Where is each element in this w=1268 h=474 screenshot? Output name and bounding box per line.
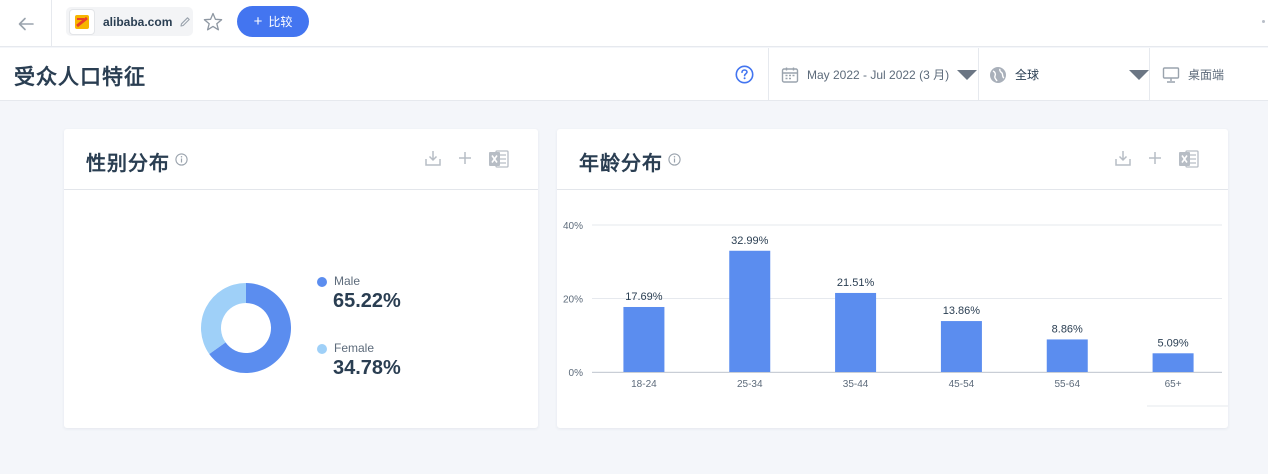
site-name: alibaba.com [103,14,173,29]
calendar-icon [781,67,799,83]
region-filter[interactable]: 全球 [978,48,1149,101]
site-favicon-icon [69,8,95,35]
male-label: Male [334,274,361,288]
globe-icon [990,66,1006,83]
download-icon[interactable] [424,149,442,172]
top-bar: alibaba.com + 比较 [0,0,1268,47]
bar-data-label: 13.86% [943,305,981,317]
female-label: Female [334,341,375,355]
age-distribution-card: 年龄分布 0% 20% 40% 17.69% 18-24 32.99% 25-3… [557,129,1228,428]
card-header: 性别分布 [64,129,538,190]
card-title: 年龄分布 [579,153,663,175]
more-menu-icon[interactable] [1262,20,1265,23]
x-tick-label: 45-54 [949,379,975,390]
y-tick-label: 20% [563,295,583,306]
info-icon[interactable] [668,153,681,171]
male-color-dot [317,277,327,287]
arrow-left-icon [18,17,34,30]
excel-export-icon[interactable] [488,149,510,174]
x-tick-label: 18-24 [631,379,657,390]
donut-slice-female[interactable] [201,283,246,354]
x-tick-label: 55-64 [1054,379,1080,390]
device-value: 桌面端 [1188,68,1225,82]
card-title: 性别分布 [86,153,170,175]
back-button[interactable] [0,0,52,47]
x-tick-label: 25-34 [737,379,763,390]
gender-donut-chart [200,282,292,379]
device-filter[interactable]: 桌面端 [1149,48,1268,101]
bar-data-label: 5.09% [1157,337,1188,349]
y-tick-label: 40% [563,221,583,232]
bar-data-label: 32.99% [731,235,769,247]
desktop-icon [1162,66,1180,83]
male-percent: 65.22% [333,290,401,312]
star-icon[interactable] [202,11,224,38]
date-range-value: May 2022 - Jul 2022 (3 月) [807,68,950,82]
page-header: 受众人口特征 May 2022 - Jul 2022 (3 月) 全球 桌面端 [0,48,1268,101]
help-icon[interactable] [735,65,754,89]
chevron-down-icon [957,70,977,80]
age-bar-chart: 0% 20% 40% 17.69% 18-24 32.99% 25-34 21.51% 35-4… [563,221,1228,407]
card-header: 年龄分布 [557,129,1228,190]
compare-button[interactable]: + 比较 [237,6,309,37]
add-icon[interactable] [1146,149,1164,172]
bar-data-label: 8.86% [1052,323,1083,335]
excel-export-icon[interactable] [1178,149,1200,174]
compare-button-label: 比较 [268,15,293,29]
gender-distribution-card: 性别分布 Male 65.22% Female 34.78% [64,129,538,428]
y-tick-label: 0% [569,368,584,379]
chevron-down-icon [1129,70,1149,80]
bar-65+[interactable] [1152,353,1194,372]
date-range-filter[interactable]: May 2022 - Jul 2022 (3 月) [768,48,978,101]
site-chip[interactable]: alibaba.com [66,7,193,36]
region-value: 全球 [1015,68,1040,82]
download-icon[interactable] [1114,149,1132,172]
plus-icon: + [253,13,263,30]
bar-45-54[interactable] [940,321,982,372]
x-tick-label: 35-44 [843,379,869,390]
add-icon[interactable] [456,149,474,172]
edit-pencil-icon[interactable] [179,16,191,28]
bar-25-34[interactable] [729,250,771,372]
bar-data-label: 17.69% [625,291,663,303]
female-color-dot [317,344,327,354]
bar-55-64[interactable] [1046,339,1088,372]
x-tick-label: 65+ [1165,379,1182,390]
female-percent: 34.78% [333,357,401,379]
bar-35-44[interactable] [835,292,877,372]
info-icon[interactable] [175,153,188,171]
bar-18-24[interactable] [623,306,665,372]
bar-data-label: 21.51% [837,277,875,289]
page-title: 受众人口特征 [14,66,146,89]
